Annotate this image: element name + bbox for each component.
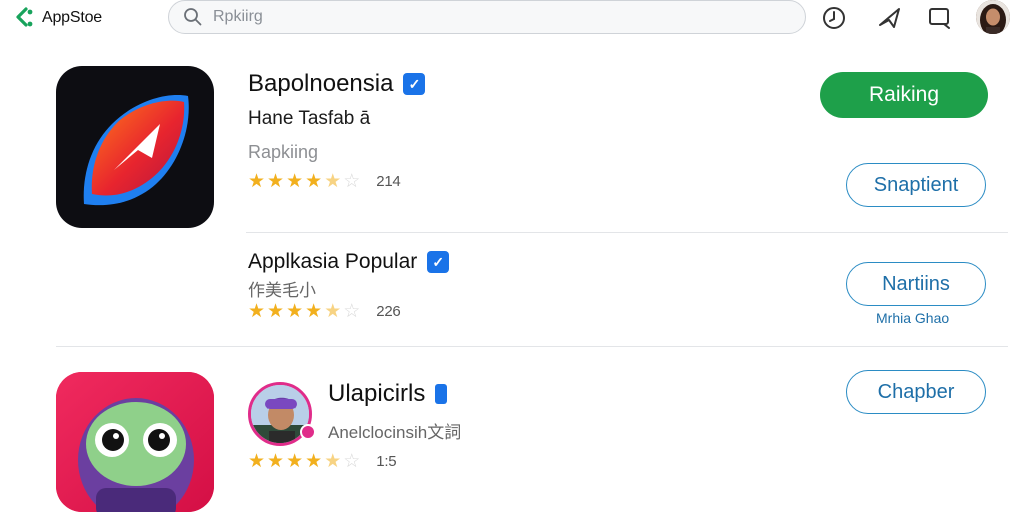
app-rating: ★ ★ ★ ★ ★ ☆ 1:5 [248,451,397,472]
app-category: Rapkiing [248,142,319,162]
star-icon: ★ [286,301,304,322]
app-title[interactable]: Bapolnoensia ✓ [248,70,426,98]
app-developer: 作美毛小 [248,281,316,300]
app-icon-bapolnoensia[interactable] [56,66,214,228]
rating-count: 214 [376,173,401,190]
star-icon: ★ [267,301,285,322]
app-store-logo-icon [16,7,33,27]
divider [246,232,1008,233]
star-empty-icon: ☆ [343,301,361,322]
send-icon[interactable] [876,4,904,32]
app-title[interactable]: Ulapicirls [328,380,448,408]
app-developer: Anelclocinsih文詞 [328,423,462,442]
app-title-text: Ulapicirls [328,380,426,407]
star-icon: ★ [286,171,304,192]
app-title[interactable]: Applkasia Popular ✓ [248,250,450,274]
rating-count: 1:5 [376,453,397,470]
app-rating: ★ ★ ★ ★ ★ ☆ 214 [248,171,401,192]
app-title-text: Bapolnoensia [248,70,394,97]
star-icon: ★ [305,171,323,192]
star-icon: ★ [248,451,266,472]
star-icon: ★ [305,451,323,472]
star-half-icon: ★ [324,171,342,192]
app-rating: ★ ★ ★ ★ ★ ☆ 226 [248,301,401,322]
rating-count: 226 [376,303,401,320]
brand[interactable]: AppStoe [12,6,102,30]
message-icon[interactable] [926,4,954,32]
more-link[interactable]: Mrhia Ghao [876,310,949,326]
star-icon: ★ [267,451,285,472]
secondary-button[interactable]: Snaptient [846,163,986,207]
divider [56,346,1008,347]
star-half-icon: ★ [324,301,342,322]
clock-icon[interactable] [820,4,848,32]
star-icon: ★ [248,171,266,192]
verified-badge-icon: ✓ [403,73,426,95]
app-title-text: Applkasia Popular [248,250,418,273]
get-button[interactable]: Raiking [820,72,988,118]
star-icon: ★ [248,301,266,322]
search-input[interactable]: Rpkiirg [213,8,263,26]
app-icon-ulapicirls[interactable] [56,372,214,512]
star-empty-icon: ☆ [343,171,361,192]
brand-name: AppStoe [42,9,102,26]
live-badge-icon [300,424,316,440]
star-icon: ★ [305,301,323,322]
star-icon: ★ [286,451,304,472]
search-icon [184,8,202,26]
profile-avatar[interactable] [976,0,1010,34]
secondary-button[interactable]: Chapber [846,370,986,414]
app-developer: Hane Tasfab ā [248,108,371,129]
badge-icon [435,384,448,404]
star-half-icon: ★ [324,451,342,472]
secondary-button[interactable]: Nartiins [846,262,986,306]
search-bar[interactable]: Rpkiirg [168,0,806,34]
star-empty-icon: ☆ [343,451,361,472]
verified-badge-icon: ✓ [427,251,450,273]
top-bar: AppStoe Rpkiirg [0,0,1024,38]
star-icon: ★ [267,171,285,192]
